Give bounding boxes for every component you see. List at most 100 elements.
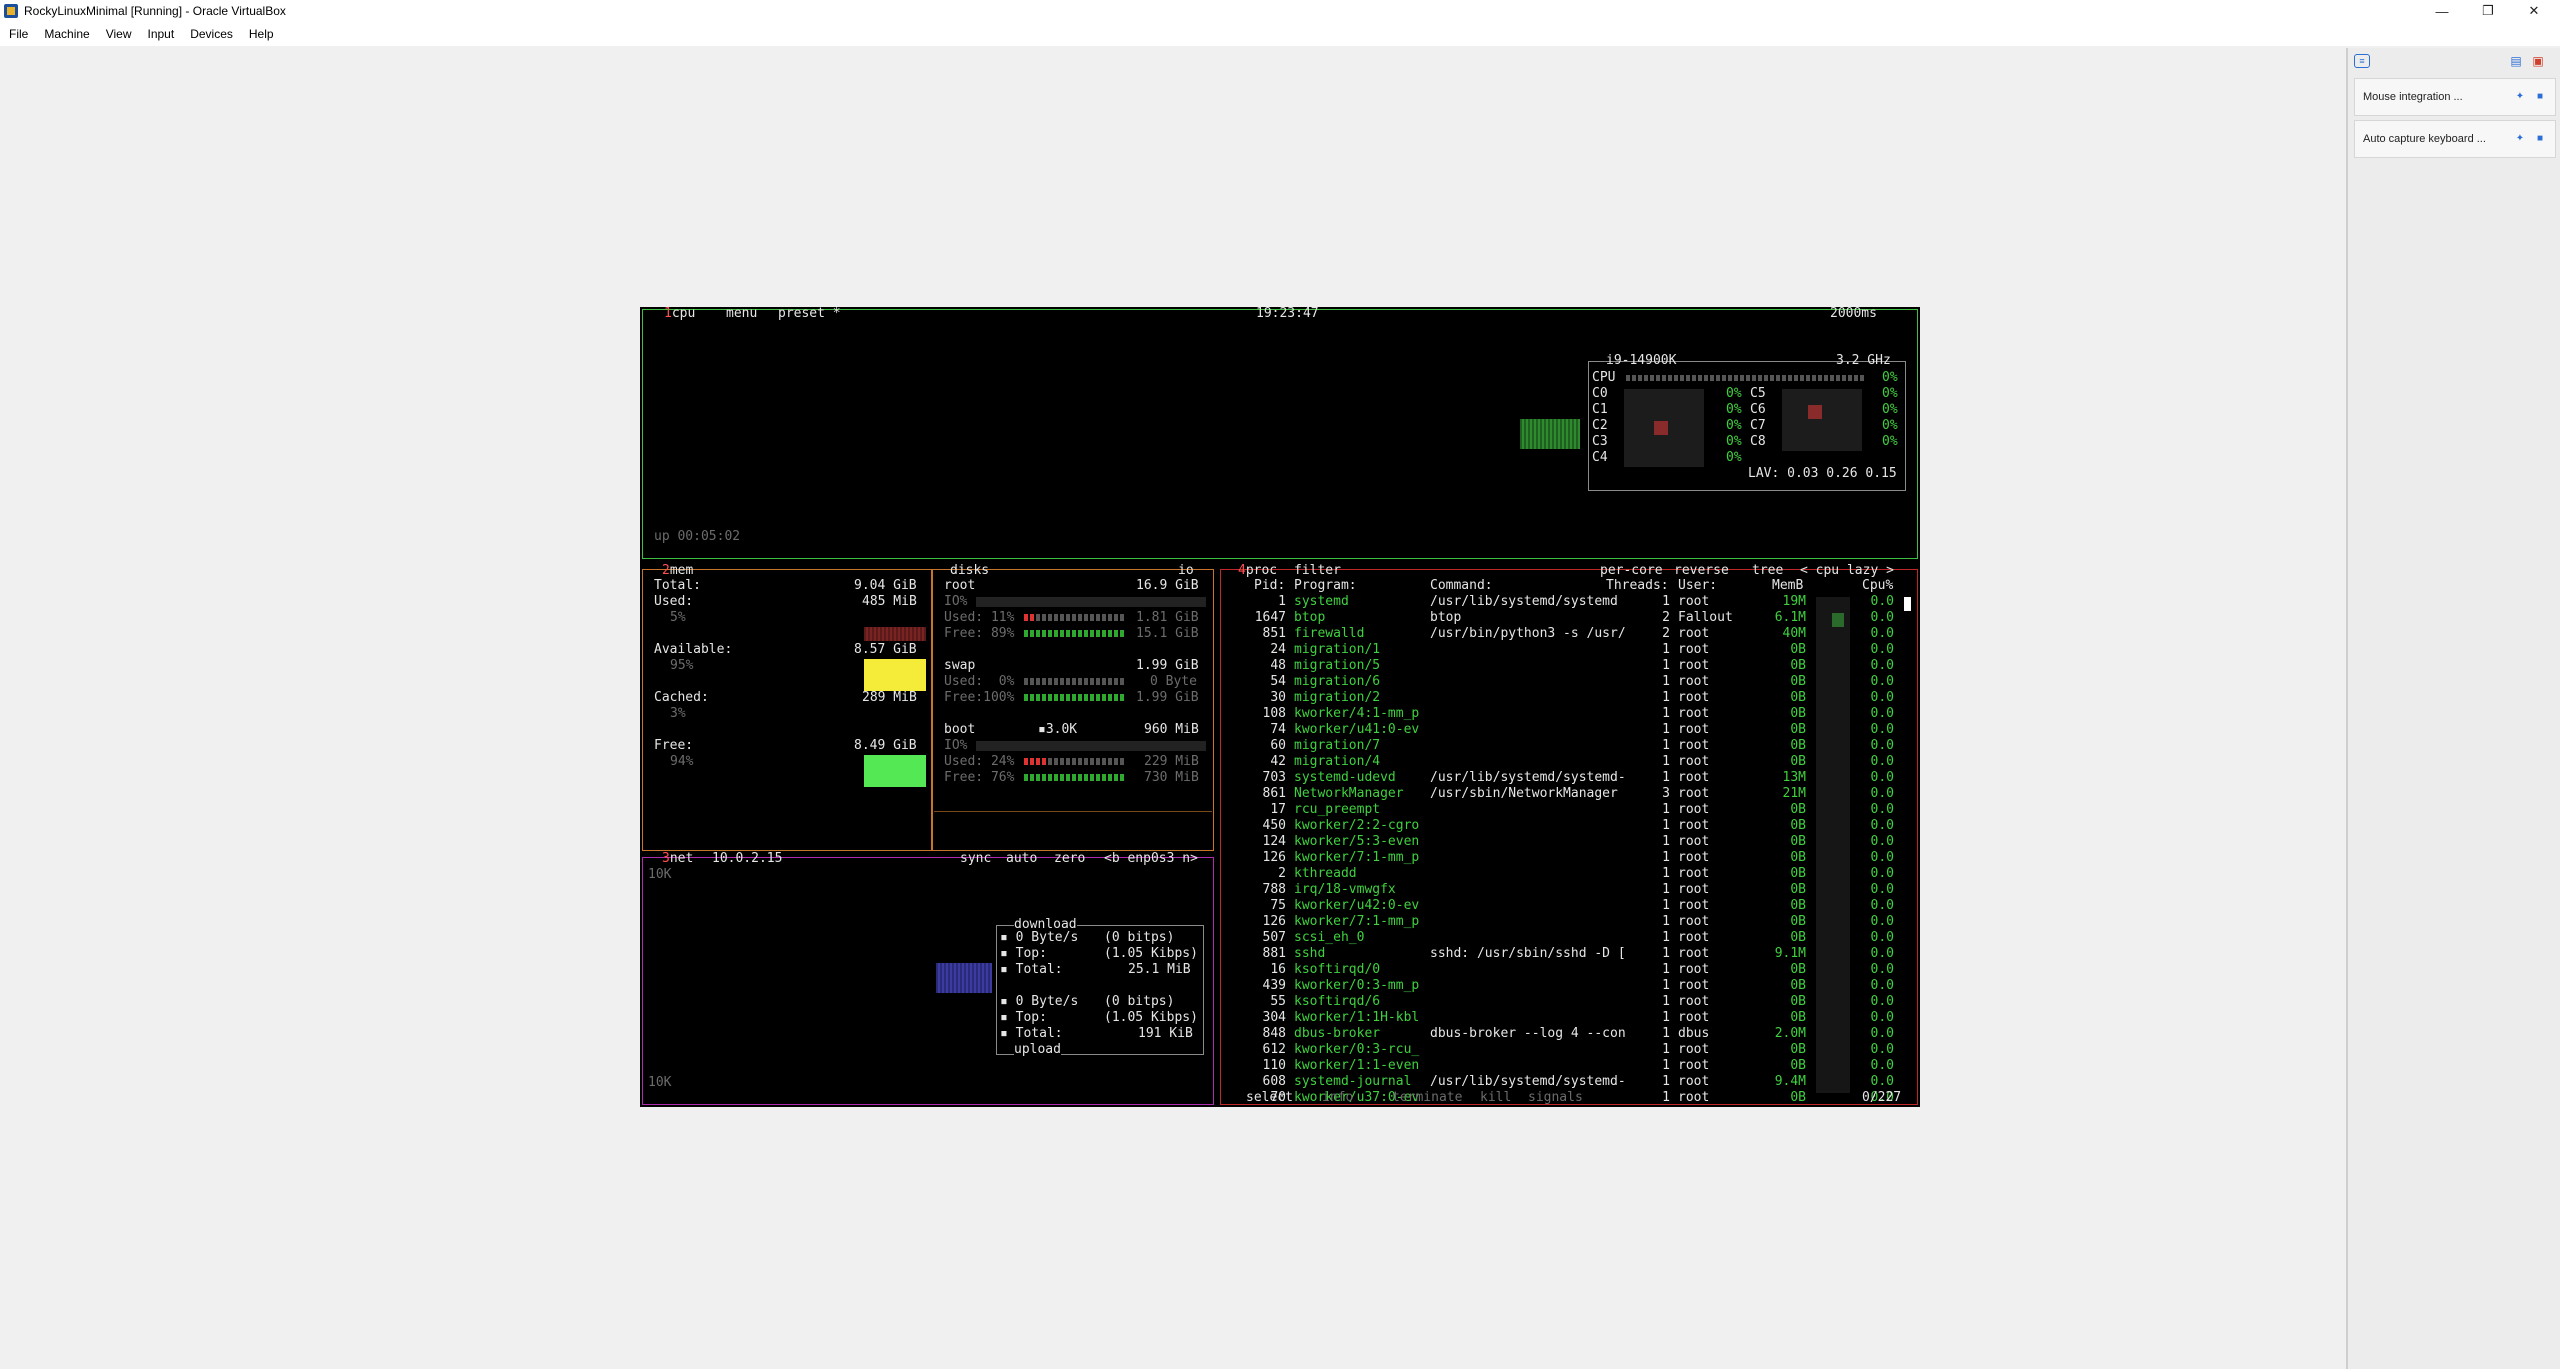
proc-cell-pid[interactable]: 703 xyxy=(1263,770,1286,786)
proc-cell-threads[interactable]: 1 xyxy=(1662,834,1670,850)
proc-cell-pid[interactable]: 439 xyxy=(1263,978,1286,994)
proc-cell-threads[interactable]: 1 xyxy=(1662,818,1670,834)
proc-cell-user[interactable]: root xyxy=(1678,834,1709,850)
proc-cell-threads[interactable]: 1 xyxy=(1662,802,1670,818)
footer-kill[interactable]: kill xyxy=(1480,1090,1511,1106)
proc-cell-mem[interactable]: 0B xyxy=(1790,1010,1806,1026)
proc-cell-cpu[interactable]: 0.0 xyxy=(1871,898,1894,914)
proc-cell-program[interactable]: kworker/0:3-rcu_ xyxy=(1294,1042,1419,1058)
mem-tab[interactable]: 2mem xyxy=(662,563,693,579)
proc-cell-user[interactable]: root xyxy=(1678,882,1709,898)
proc-cell-program[interactable]: rcu_preempt xyxy=(1294,802,1380,818)
col-mem[interactable]: MemB xyxy=(1772,578,1803,594)
proc-cell-user[interactable]: root xyxy=(1678,738,1709,754)
proc-per-core[interactable]: per-core xyxy=(1600,563,1663,579)
proc-cell-mem[interactable]: 0B xyxy=(1790,738,1806,754)
proc-cell-threads[interactable]: 1 xyxy=(1662,1058,1670,1074)
proc-cell-program[interactable]: migration/4 xyxy=(1294,754,1380,770)
proc-cell-program[interactable]: kthreadd xyxy=(1294,866,1357,882)
proc-cell-pid[interactable]: 612 xyxy=(1263,1042,1286,1058)
proc-cell-cpu[interactable]: 0.0 xyxy=(1871,706,1894,722)
proc-cell-program[interactable]: kworker/0:3-mm_p xyxy=(1294,978,1419,994)
proc-cell-threads[interactable]: 3 xyxy=(1662,786,1670,802)
proc-cell-mem[interactable]: 0B xyxy=(1790,882,1806,898)
notification-mouse-integration[interactable]: Mouse integration ... ✦ ■ xyxy=(2354,78,2556,116)
proc-cell-user[interactable]: root xyxy=(1678,994,1709,1010)
proc-cell-mem[interactable]: 0B xyxy=(1790,914,1806,930)
proc-cell-cpu[interactable]: 0.0 xyxy=(1871,642,1894,658)
proc-cell-threads[interactable]: 1 xyxy=(1662,1010,1670,1026)
proc-cell-threads[interactable]: 1 xyxy=(1662,898,1670,914)
proc-reverse[interactable]: reverse xyxy=(1674,563,1729,579)
menu-machine[interactable]: Machine xyxy=(37,27,96,41)
cpu-tab[interactable]: 1cpu xyxy=(664,307,695,322)
proc-cell-program[interactable]: migration/6 xyxy=(1294,674,1380,690)
proc-cell-program[interactable]: ksoftirqd/6 xyxy=(1294,994,1380,1010)
proc-cell-user[interactable]: root xyxy=(1678,978,1709,994)
proc-cell-pid[interactable]: 60 xyxy=(1270,738,1286,754)
preset-tab[interactable]: preset * xyxy=(778,307,841,322)
proc-cell-mem[interactable]: 0B xyxy=(1790,898,1806,914)
proc-cell-pid[interactable]: 48 xyxy=(1270,658,1286,674)
proc-cell-threads[interactable]: 1 xyxy=(1662,674,1670,690)
proc-cell-pid[interactable]: 861 xyxy=(1263,786,1286,802)
proc-cell-mem[interactable]: 0B xyxy=(1790,994,1806,1010)
proc-cell-mem[interactable]: 0B xyxy=(1790,706,1806,722)
message-icon[interactable]: ≡ xyxy=(2354,54,2370,68)
net-auto[interactable]: auto xyxy=(1006,851,1037,867)
col-cpu[interactable]: Cpu% xyxy=(1862,578,1893,594)
proc-cell-pid[interactable]: 55 xyxy=(1270,994,1286,1010)
proc-cell-mem[interactable]: 0B xyxy=(1790,690,1806,706)
proc-cell-mem[interactable]: 21M xyxy=(1783,786,1806,802)
proc-cell-program[interactable]: ksoftirqd/0 xyxy=(1294,962,1380,978)
close-button[interactable]: ✕ xyxy=(2512,0,2556,22)
proc-cell-cpu[interactable]: 0.0 xyxy=(1871,610,1894,626)
proc-cell-threads[interactable]: 1 xyxy=(1662,770,1670,786)
proc-cell-user[interactable]: root xyxy=(1678,1090,1709,1106)
proc-cell-threads[interactable]: 1 xyxy=(1662,946,1670,962)
proc-cell-user[interactable]: root xyxy=(1678,626,1709,642)
proc-cell-pid[interactable]: 2 xyxy=(1278,866,1286,882)
footer-select[interactable]: select xyxy=(1246,1090,1293,1106)
proc-cell-user[interactable]: root xyxy=(1678,802,1709,818)
proc-cell-program[interactable]: kworker/4:1-mm_p xyxy=(1294,706,1419,722)
proc-cell-mem[interactable]: 0B xyxy=(1790,1042,1806,1058)
proc-cell-cpu[interactable]: 0.0 xyxy=(1871,1026,1894,1042)
proc-cell-user[interactable]: root xyxy=(1678,754,1709,770)
proc-cell-user[interactable]: root xyxy=(1678,962,1709,978)
proc-cell-mem[interactable]: 0B xyxy=(1790,866,1806,882)
proc-cell-mem[interactable]: 40M xyxy=(1783,626,1806,642)
proc-cell-mem[interactable]: 19M xyxy=(1783,594,1806,610)
proc-cell-cpu[interactable]: 0.0 xyxy=(1871,738,1894,754)
proc-cell-cpu[interactable]: 0.0 xyxy=(1871,626,1894,642)
proc-cell-user[interactable]: root xyxy=(1678,786,1709,802)
proc-cell-pid[interactable]: 881 xyxy=(1263,946,1286,962)
proc-cell-pid[interactable]: 30 xyxy=(1270,690,1286,706)
proc-cell-program[interactable]: kworker/1:1-even xyxy=(1294,1058,1419,1074)
proc-cell-pid[interactable]: 17 xyxy=(1270,802,1286,818)
proc-cell-threads[interactable]: 1 xyxy=(1662,914,1670,930)
proc-cell-pid[interactable]: 124 xyxy=(1263,834,1286,850)
proc-cell-user[interactable]: root xyxy=(1678,1074,1709,1090)
proc-cell-user[interactable]: root xyxy=(1678,690,1709,706)
proc-cell-cpu[interactable]: 0.0 xyxy=(1871,994,1894,1010)
proc-cell-program[interactable]: kworker/5:3-even xyxy=(1294,834,1419,850)
notification-auto-capture[interactable]: Auto capture keyboard ... ✦ ■ xyxy=(2354,120,2556,158)
net-sync[interactable]: sync xyxy=(960,851,991,867)
proc-cell-program[interactable]: kworker/7:1-mm_p xyxy=(1294,850,1419,866)
proc-cell-user[interactable]: Fallout xyxy=(1678,610,1733,626)
proc-cell-user[interactable]: root xyxy=(1678,850,1709,866)
proc-cell-user[interactable]: root xyxy=(1678,770,1709,786)
proc-cell-threads[interactable]: 1 xyxy=(1662,722,1670,738)
proc-filter[interactable]: filter xyxy=(1294,563,1341,579)
proc-cell-pid[interactable]: 788 xyxy=(1263,882,1286,898)
proc-cell-cpu[interactable]: 0.0 xyxy=(1871,866,1894,882)
col-program[interactable]: Program: xyxy=(1294,578,1357,594)
proc-cell-program[interactable]: btop xyxy=(1294,610,1325,626)
proc-cell-cpu[interactable]: 0.0 xyxy=(1871,722,1894,738)
proc-cell-mem[interactable]: 0B xyxy=(1790,930,1806,946)
net-interface[interactable]: <b enp0s3 n> xyxy=(1104,851,1198,867)
footer-info[interactable]: info xyxy=(1322,1090,1353,1106)
col-user[interactable]: User: xyxy=(1678,578,1717,594)
proc-cell-user[interactable]: root xyxy=(1678,914,1709,930)
